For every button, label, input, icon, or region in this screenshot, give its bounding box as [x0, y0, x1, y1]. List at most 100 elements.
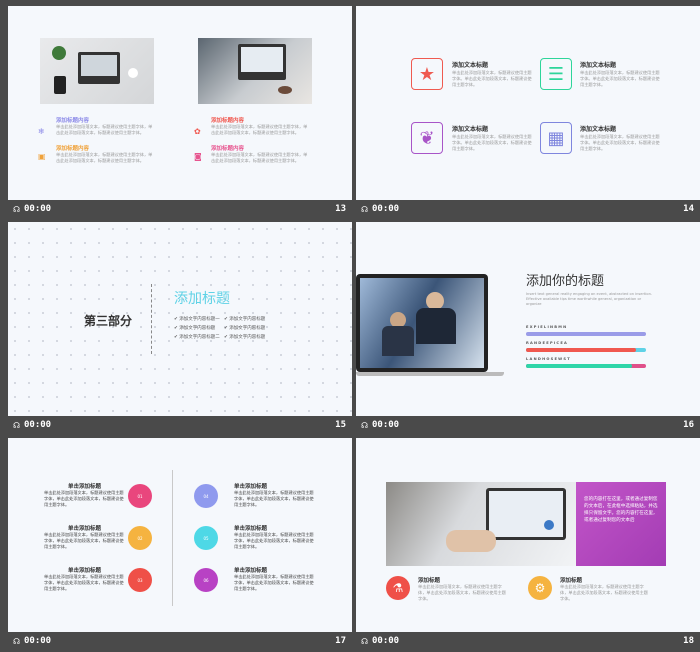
bar-label: E X P I E L I N B M N: [526, 325, 567, 329]
slide-footer: ☊ 00:00 17: [8, 632, 352, 652]
bar-label: L A N D H O S E W S T: [526, 357, 570, 361]
item-text: 单击此处添加段落文本，标题建议使用主题字体，单击此处添加段落文本，标题建议使用主…: [234, 490, 314, 507]
item-title: 添加文本标题: [580, 126, 617, 133]
timeline-node: 03: [128, 568, 152, 592]
timeline-node: 04: [194, 484, 218, 508]
item-text: 单击此处添加段落文本，标题建议使用主题字体，单击此处添加段落文本，标题建议使用主…: [56, 152, 153, 163]
flower-icon: ✿: [194, 127, 201, 136]
check-item: ✔ 添加文字内容标题二: [174, 335, 220, 340]
slide-footer: ☊ 00:00 14: [356, 200, 700, 220]
check-item: ✔ 添加文字内容标题一: [174, 317, 220, 322]
slide-preview[interactable]: 单击添加标题 单击此处添加段落文本，标题建议使用主题字体，单击此处添加段落文本，…: [8, 438, 352, 632]
item-title: 添加文本标题: [452, 62, 489, 69]
timeline-node: 01: [128, 484, 152, 508]
slide-preview[interactable]: 添加你的标题 Insert text general reality engag…: [356, 222, 700, 416]
item-title: 添加文本标题: [452, 126, 489, 133]
slide-duration: 00:00: [372, 636, 400, 646]
item-text: 单击此处添加段落文本，标题建议使用主题字体。单击此处添加段落文本，标题建议使用主…: [452, 70, 532, 87]
slide-preview[interactable]: 您的内容打在这里，或者通过复制您的文本后，在此框中选择粘贴，并选择只保留文字。您…: [356, 438, 700, 632]
slide-duration: 00:00: [24, 636, 52, 646]
slide-duration: 00:00: [372, 204, 400, 214]
check-item: ✔ 添加文字内容标题: [224, 326, 266, 331]
slide-footer: ☊ 00:00 13: [8, 200, 352, 220]
item-text: 单击此处添加段落文本，标题建议使用主题字体，单击此处添加段落文本，标题建议使用主…: [418, 584, 506, 601]
check-item: ✔ 添加文字内容标题: [174, 326, 216, 331]
calendar-icon: ▦: [540, 122, 572, 154]
slide-number: 15: [335, 420, 346, 430]
item-text: 单击此处添加段落文本，标题建议使用主题字体，单击此处添加段落文本，标题建议使用主…: [56, 124, 153, 135]
item-title: 单击添加标题: [68, 568, 102, 574]
divider: [151, 284, 152, 354]
play-icon[interactable]: ☊: [361, 637, 368, 646]
meeting-photo: [360, 278, 484, 368]
timeline-node: 05: [194, 526, 218, 550]
slide-footer: ☊ 00:00 15: [8, 416, 352, 436]
play-icon[interactable]: ☊: [361, 421, 368, 430]
progress-bar: [526, 348, 646, 352]
item-title: 添加文本标题: [580, 62, 617, 69]
slide-duration: 00:00: [24, 420, 52, 430]
item-text: 单击此处添加段落文本，标题建议使用主题字体。单击此处添加段落文本，标题建议使用主…: [452, 134, 532, 151]
progress-bar: [526, 332, 646, 336]
progress-bar: [526, 364, 646, 368]
item-text: 单击此处添加段落文本，标题建议使用主题字体，单击此处添加段落文本，标题建议使用主…: [211, 124, 308, 135]
section-label: 第三部分: [84, 314, 133, 328]
timeline-line: [172, 470, 173, 606]
bar-label: R A N D E E P I C E A: [526, 341, 567, 345]
calendar-icon: ▣: [38, 152, 46, 161]
overlay-text: 您的内容打在这里，或者通过复制您的文本后，在此框中选择粘贴，并选择只保留文字。您…: [584, 497, 658, 523]
slide-title: 添加标题: [174, 291, 230, 307]
item-text: 单击此处添加段落文本，标题建议使用主题字体，单击此处添加段落文本，标题建议使用主…: [44, 490, 124, 507]
slide-card-17[interactable]: 单击添加标题 单击此处添加段落文本，标题建议使用主题字体，单击此处添加段落文本，…: [8, 438, 352, 652]
item-text: 单击此处添加段落文本，标题建议使用主题字体，单击此处添加段落文本，标题建议使用主…: [211, 152, 308, 163]
play-icon[interactable]: ☊: [13, 637, 20, 646]
item-text: 单击此处添加段落文本，标题建议使用主题字体。单击此处添加段落文本，标题建议使用主…: [580, 70, 660, 87]
laptop-base: [356, 372, 504, 376]
item-title: 添加标题: [418, 578, 441, 584]
slide-number: 14: [683, 204, 694, 214]
check-item: ✔ 添加文字内容标题: [224, 335, 266, 340]
item-title: 单击添加标题: [234, 484, 268, 490]
item-text: 单击此处添加段落文本，标题建议使用主题字体，单击此处添加段落文本，标题建议使用主…: [44, 574, 124, 591]
item-title: 单击添加标题: [68, 484, 102, 490]
slide-card-15[interactable]: 第三部分 添加标题 ✔ 添加文字内容标题一 ✔ 添加文字内容标题 ✔ 添加文字内…: [8, 222, 352, 436]
timeline-node: 06: [194, 568, 218, 592]
chart-icon: ⚙: [528, 576, 552, 600]
leaf-icon: ❦: [411, 122, 443, 154]
item-title: 单击添加标题: [68, 526, 102, 532]
slide-card-16[interactable]: 添加你的标题 Insert text general reality engag…: [356, 222, 700, 436]
item-title: 添加标题内容: [211, 118, 245, 124]
play-icon[interactable]: ☊: [13, 421, 20, 430]
slide-number: 16: [683, 420, 694, 430]
laptop-hand-photo: [198, 38, 312, 104]
slide-footer: ☊ 00:00 16: [356, 416, 700, 436]
slide-card-14[interactable]: ★ 添加文本标题 单击此处添加段落文本，标题建议使用主题字体。单击此处添加段落文…: [356, 6, 700, 220]
slide-card-18[interactable]: 您的内容打在这里，或者通过复制您的文本后，在此框中选择粘贴，并选择只保留文字。您…: [356, 438, 700, 652]
slide-duration: 00:00: [24, 204, 52, 214]
camera-icon: ◙: [194, 152, 202, 161]
item-title: 添加标题内容: [56, 118, 90, 124]
play-icon[interactable]: ☊: [361, 205, 368, 214]
item-title: 添加标题内容: [211, 146, 245, 152]
laptop-typing-photo: [386, 482, 576, 566]
slide-preview[interactable]: 第三部分 添加标题 ✔ 添加文字内容标题一 ✔ 添加文字内容标题 ✔ 添加文字内…: [8, 222, 352, 416]
check-item: ✔ 添加文字内容标题: [224, 317, 266, 322]
slide-preview[interactable]: ★ 添加文本标题 单击此处添加段落文本，标题建议使用主题字体。单击此处添加段落文…: [356, 6, 700, 200]
snowflake-icon: ❄: [38, 127, 45, 136]
item-title: 单击添加标题: [234, 526, 268, 532]
slide-card-13[interactable]: ❄ 添加标题内容 单击此处添加段落文本，标题建议使用主题字体，单击此处添加段落文…: [8, 6, 352, 220]
item-text: 单击此处添加段落文本，标题建议使用主题字体，单击此处添加段落文本，标题建议使用主…: [44, 532, 124, 549]
item-text: 单击此处添加段落文本，标题建议使用主题字体，单击此处添加段落文本，标题建议使用主…: [234, 532, 314, 549]
slide-number: 18: [683, 636, 694, 646]
play-icon[interactable]: ☊: [13, 205, 20, 214]
slide-preview[interactable]: ❄ 添加标题内容 单击此处添加段落文本，标题建议使用主题字体，单击此处添加段落文…: [8, 6, 352, 200]
item-text: 单击此处添加段落文本，标题建议使用主题字体，单击此处添加段落文本，标题建议使用主…: [560, 584, 648, 601]
desk-photo: [40, 38, 154, 104]
laptop-frame: [356, 274, 488, 372]
item-text: 单击此处添加段落文本，标题建议使用主题字体。单击此处添加段落文本，标题建议使用主…: [580, 134, 660, 151]
slide-subtitle: Insert text general reality engaging an …: [526, 292, 653, 306]
flask-icon: ⚗: [386, 576, 410, 600]
timeline-node: 02: [128, 526, 152, 550]
item-title: 单击添加标题: [234, 568, 268, 574]
item-title: 添加标题内容: [56, 146, 90, 152]
